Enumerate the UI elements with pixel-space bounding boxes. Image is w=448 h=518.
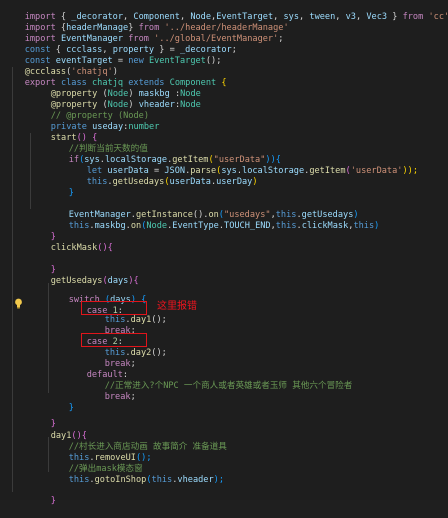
code-line: break;	[104, 392, 136, 402]
code-editor[interactable]: import { _decorator, Component, Node,Eve…	[0, 0, 448, 506]
code-line: }	[50, 496, 56, 506]
error-highlight-box	[81, 333, 147, 347]
indent-guide	[12, 67, 13, 492]
code-line: @ccclass('chatjq')	[24, 67, 118, 77]
code-line: default:	[86, 370, 129, 380]
code-line: }	[50, 232, 56, 242]
lightbulb-icon[interactable]	[14, 298, 23, 309]
code-line: }	[68, 188, 74, 198]
code-line: // @property (Node)	[50, 111, 150, 121]
code-line: //村长进入商店动画 故事简介 准备道具	[68, 442, 227, 452]
code-line: import { _decorator, Component, Node,Eve…	[24, 12, 448, 22]
code-line: import {headerManage} from '../header/he…	[24, 23, 289, 33]
code-line: //正常进入?个NPC 一个商人或者英雄或者玉师 其他六个冒险者	[104, 381, 353, 391]
code-line: private useday:number	[50, 122, 160, 132]
code-line: this.gotoInShop(this.vheader);	[68, 475, 224, 485]
code-line: this.maskbg.on(Node.EventType.TOUCH_END,…	[68, 221, 380, 231]
code-line: let userData = JSON.parse(sys.localStora…	[86, 166, 418, 176]
code-line: import EventManager from '../global/Even…	[24, 34, 284, 44]
code-line: }	[50, 265, 56, 275]
code-line: export class chatjq extends Component {	[24, 78, 227, 88]
code-line: break;	[104, 326, 136, 336]
code-line: switch (days) {	[68, 295, 147, 305]
code-line: const eventTarget = new EventTarget();	[24, 56, 222, 66]
error-annotation: 这里报错	[157, 301, 197, 312]
code-line: clickMask(){	[50, 243, 113, 253]
code-line: }	[50, 419, 56, 429]
code-line: //判断当前天数的值	[68, 144, 148, 154]
code-line: this.getUsedays(userData.userDay)	[86, 177, 258, 187]
code-line: if(sys.localStorage.getItem("userData"))…	[68, 155, 281, 165]
code-line: @property (Node) vheader:Node	[50, 100, 201, 110]
code-line: }	[68, 403, 74, 413]
code-line: @property (Node) maskbg :Node	[50, 89, 201, 99]
error-highlight-box	[81, 301, 147, 315]
code-line: EventManager.getInstance().on("usedays",…	[68, 210, 359, 220]
code-line: break;	[104, 359, 136, 369]
code-line: //弹出mask模态窗	[68, 464, 143, 474]
code-line: const { ccclass, property } = _decorator…	[24, 45, 237, 55]
code-line: start() {	[50, 133, 98, 143]
code-line: getUsedays(days){	[50, 276, 139, 286]
code-line: this.removeUI();	[68, 453, 152, 463]
code-line: day1(){	[50, 431, 87, 441]
